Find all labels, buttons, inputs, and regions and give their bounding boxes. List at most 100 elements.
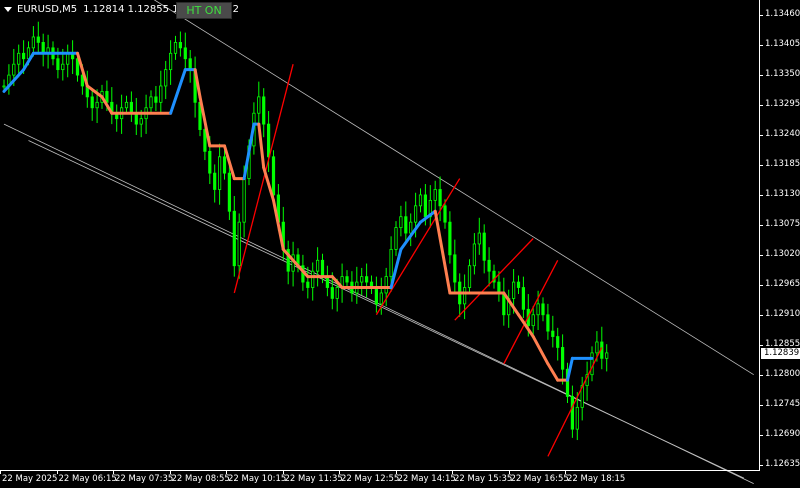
candle-body — [497, 281, 501, 294]
candle-body — [438, 189, 442, 207]
candle-body — [90, 96, 94, 109]
candle-body — [536, 303, 540, 316]
ht-on-button[interactable]: HT ON — [176, 2, 232, 19]
candle-body — [399, 216, 403, 229]
candle-body — [418, 194, 423, 207]
candle-body — [521, 287, 526, 310]
candle-body — [605, 352, 609, 359]
candle-body — [31, 36, 36, 49]
price-axis-line — [759, 0, 760, 470]
candle-body — [227, 172, 231, 212]
candle-body — [66, 52, 70, 65]
candle-body — [159, 85, 163, 103]
candle-body — [541, 303, 545, 316]
candle-body — [306, 281, 310, 288]
candle-body — [482, 232, 486, 261]
candle-body — [330, 287, 334, 299]
candle-body — [26, 47, 31, 60]
trendline — [375, 178, 461, 316]
candle-body — [139, 118, 143, 125]
candle-body — [320, 259, 325, 278]
candle-body — [271, 156, 276, 196]
candle-body — [164, 69, 168, 87]
candle-body — [2, 85, 6, 88]
candle-body — [556, 336, 560, 348]
trend-indicator-segment — [257, 122, 266, 170]
candle-body — [95, 101, 99, 109]
candle-body — [188, 58, 192, 71]
candle-body — [384, 276, 388, 294]
time-tick-label: 22 May 14:15 — [397, 474, 456, 484]
trendline — [454, 238, 534, 321]
trend-indicator-segment — [169, 68, 187, 115]
candle-body — [443, 205, 447, 223]
time-tick-label: 22 May 06:15 — [58, 474, 117, 484]
candle-body — [237, 221, 241, 267]
candle-body — [570, 396, 575, 430]
candle-body — [531, 314, 535, 327]
candle-body — [56, 58, 60, 71]
candle-body — [409, 221, 413, 234]
candle-body — [17, 52, 21, 65]
candle-body — [404, 216, 408, 234]
candle-body — [21, 52, 26, 60]
candle-body — [178, 42, 182, 49]
time-tick-label: 22 May 12:55 — [341, 474, 400, 484]
candle-body — [41, 42, 45, 54]
trend-indicator-segment — [517, 313, 535, 339]
candle-body — [262, 96, 266, 125]
symbol-label: EURUSD,M5 — [17, 3, 78, 15]
candle-body — [448, 221, 452, 256]
time-tick-label: 22 May 2025 — [2, 474, 58, 484]
candle-body — [36, 36, 40, 43]
time-tick-label: 22 May 11:35 — [284, 474, 343, 484]
dropdown-triangle-icon[interactable] — [4, 6, 12, 12]
candle-body — [379, 292, 383, 305]
candle-body — [374, 287, 379, 305]
candle-body — [213, 172, 217, 190]
candle-body — [472, 243, 477, 267]
trend-indicator-segment — [281, 247, 300, 268]
candle-body — [467, 265, 472, 288]
candle-body — [477, 232, 481, 245]
trendline — [503, 259, 559, 365]
candle-body — [335, 287, 339, 299]
candle-body — [561, 347, 565, 370]
candle-body — [551, 330, 555, 337]
price-chart[interactable]: EURUSD,M5 1.12814 1.12855 1.12813 1.12 H… — [0, 0, 800, 488]
candle-body — [389, 248, 393, 278]
trend-indicator-segment — [433, 209, 452, 295]
trend-indicator-segment — [419, 209, 437, 224]
time-axis-line — [0, 470, 760, 471]
time-tick-label: 22 May 08:55 — [171, 474, 230, 484]
candle-body — [311, 270, 315, 288]
trend-indicator-segment — [531, 335, 550, 366]
candle-body — [364, 276, 369, 283]
candle-body — [257, 96, 261, 114]
candle-body — [325, 276, 330, 288]
candle-body — [394, 227, 398, 250]
candle-body — [173, 42, 178, 54]
trend-indicator-segment — [502, 291, 520, 317]
candle-body — [154, 96, 158, 103]
candle-body — [345, 276, 349, 283]
candle-body — [217, 156, 222, 190]
candle-body — [134, 112, 138, 125]
current-price-tag: 1.12839 — [761, 348, 800, 360]
candle-body — [595, 341, 599, 354]
chart-plot-area[interactable] — [0, 0, 800, 488]
candle-body — [462, 287, 467, 305]
candle-body — [242, 178, 246, 223]
candle-body — [360, 276, 364, 283]
candle-body — [266, 123, 271, 158]
candle-body — [12, 63, 16, 76]
candle-body — [453, 254, 457, 283]
candle-body — [423, 194, 428, 218]
candle-body — [168, 52, 173, 71]
candle-body — [149, 96, 153, 109]
candle-body — [232, 210, 236, 267]
candle-body — [129, 101, 133, 114]
trend-indicator-segment — [546, 362, 560, 382]
candle-body — [413, 205, 418, 223]
candle-body — [222, 156, 227, 174]
